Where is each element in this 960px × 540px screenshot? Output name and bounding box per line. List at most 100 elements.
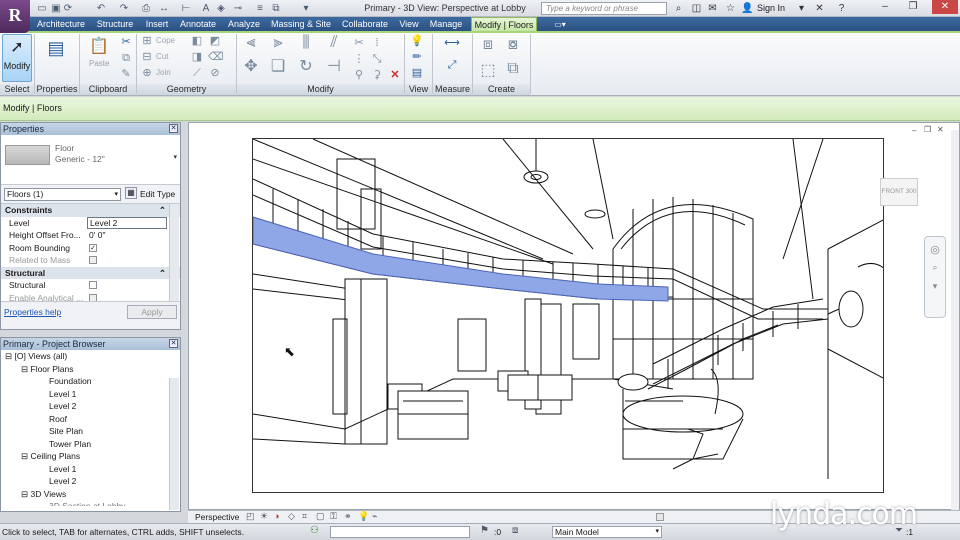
- design-options-icon[interactable]: ⧈: [512, 525, 518, 536]
- tab-modify-floors[interactable]: Modify | Floors: [471, 17, 537, 32]
- editing-requests-icon[interactable]: ⚑: [480, 525, 489, 536]
- chevron-down-icon[interactable]: ▾: [795, 2, 808, 15]
- offset-icon[interactable]: ⫸: [268, 35, 288, 56]
- chevron-down-icon[interactable]: ▾: [173, 153, 177, 161]
- tree-node-3d-views[interactable]: ⊟ 3D Views: [1, 488, 180, 501]
- minimize-button[interactable]: –: [874, 0, 896, 14]
- remove-paint-icon[interactable]: ◩: [208, 34, 222, 48]
- workset-dropdown[interactable]: [330, 526, 470, 538]
- design-option-dropdown[interactable]: Main Model ▾: [552, 526, 662, 538]
- visual-style-icon[interactable]: ◰: [246, 511, 255, 522]
- sign-in-link[interactable]: Sign In: [757, 0, 785, 17]
- 3d-perspective-view[interactable]: [252, 138, 884, 493]
- copy-icon[interactable]: ⧉: [119, 51, 133, 65]
- zoom-icon[interactable]: ⌕: [925, 262, 945, 273]
- section-constraints[interactable]: Constraints ⌃: [1, 204, 180, 217]
- tree-leaf[interactable]: Tower Plan: [1, 438, 180, 451]
- structural-checkbox[interactable]: [89, 281, 97, 289]
- pin-icon[interactable]: ⚲: [352, 68, 366, 82]
- properties-help-link[interactable]: Properties help: [4, 307, 61, 317]
- collapse-box-icon[interactable]: ⊟: [21, 489, 28, 499]
- property-row[interactable]: Structural: [1, 279, 180, 292]
- trim-icon[interactable]: ⊣: [324, 59, 344, 80]
- undo-icon[interactable]: ↶: [95, 2, 107, 15]
- create-group-icon[interactable]: ⬚: [478, 60, 498, 80]
- tree-node-floor-plans[interactable]: ⊟ Floor Plans: [1, 363, 180, 376]
- split-gap-icon[interactable]: ⁞: [370, 36, 384, 50]
- scale-icon[interactable]: ⤡: [370, 52, 384, 66]
- tab-architecture[interactable]: Architecture: [33, 17, 89, 32]
- favorites-icon[interactable]: ☆: [724, 2, 737, 15]
- tree-node-ceiling-plans[interactable]: ⊟ Ceiling Plans: [1, 450, 180, 463]
- tab-insert[interactable]: Insert: [141, 17, 173, 32]
- view-close-icon[interactable]: ✕: [937, 125, 944, 134]
- tab-collaborate[interactable]: Collaborate: [337, 17, 393, 32]
- split-face-icon[interactable]: ◧: [190, 34, 204, 48]
- tree-leaf[interactable]: Site Plan: [1, 425, 180, 438]
- reveal-hidden-icon[interactable]: 💡: [358, 511, 369, 522]
- level-field[interactable]: Level 2: [87, 216, 167, 229]
- close-button[interactable]: ✕: [932, 0, 958, 14]
- tree-leaf[interactable]: Foundation: [1, 375, 180, 388]
- tree-node-views[interactable]: ⊟ [O] Views (all): [1, 350, 180, 363]
- mirror-draw-icon[interactable]: ⫽: [324, 35, 344, 56]
- redo-icon[interactable]: ↷: [118, 2, 130, 15]
- steering-wheel-icon[interactable]: ◎: [925, 243, 945, 256]
- section-icon[interactable]: ⊸: [232, 2, 244, 15]
- properties-scrollbar[interactable]: [169, 204, 179, 302]
- sync-icon[interactable]: ⟳: [62, 2, 74, 15]
- copy-element-icon[interactable]: ❏: [268, 59, 288, 80]
- cut-geometry-icon[interactable]: ⊟: [140, 50, 154, 64]
- ribbon-minimize-icon[interactable]: ▭▾: [550, 17, 570, 32]
- thin-lines-icon[interactable]: ≡: [254, 2, 266, 15]
- tab-massing-site[interactable]: Massing & Site: [268, 17, 334, 32]
- align-icon[interactable]: ⫷: [241, 35, 261, 56]
- height-offset-field[interactable]: 0' 0": [89, 229, 105, 242]
- customize-qat-icon[interactable]: ▾: [300, 2, 312, 15]
- tab-analyze[interactable]: Analyze: [223, 17, 265, 32]
- array-icon[interactable]: ⋮: [352, 52, 366, 66]
- close-hidden-icon[interactable]: ⧉: [270, 2, 282, 15]
- rotate-icon[interactable]: ↻: [296, 59, 316, 80]
- instance-filter-dropdown[interactable]: Floors (1) ▾: [4, 188, 121, 201]
- view-mode-label[interactable]: Perspective: [195, 512, 239, 522]
- analytical-model-icon[interactable]: ⌁: [372, 511, 377, 522]
- subscription-icon[interactable]: ◫: [690, 2, 703, 15]
- exchange-icon[interactable]: ✕: [813, 2, 826, 15]
- shadows-icon[interactable]: ◑: [274, 511, 279, 521]
- room-bounding-checkbox[interactable]: ✓: [89, 243, 97, 252]
- override-graphics-icon[interactable]: ✏: [410, 50, 424, 64]
- mirror-axis-icon[interactable]: ⫼: [296, 35, 316, 56]
- print-icon[interactable]: ⎙: [140, 2, 152, 15]
- view-restore-icon[interactable]: ❐: [924, 125, 931, 134]
- cope-label[interactable]: Cope: [156, 35, 175, 47]
- search-input[interactable]: Type a keyword or phrase: [541, 2, 667, 15]
- align-dimension-icon[interactable]: ⊢: [180, 2, 192, 15]
- split-icon[interactable]: ✂: [352, 36, 366, 50]
- property-row[interactable]: Room Bounding ✓: [1, 242, 180, 255]
- unjoin-icon[interactable]: ⊘: [208, 66, 222, 80]
- linework-icon[interactable]: ▤: [410, 66, 424, 80]
- render-icon[interactable]: ◇: [288, 511, 295, 522]
- tree-leaf[interactable]: Level 2: [1, 400, 180, 413]
- temporary-hide-icon[interactable]: ⚭: [344, 511, 352, 522]
- move-icon[interactable]: ✥: [241, 59, 261, 80]
- join-icon[interactable]: ⊕: [140, 66, 154, 80]
- tree-leaf[interactable]: 3D Section at Lobby: [1, 500, 180, 506]
- restore-button[interactable]: ❐: [902, 0, 924, 14]
- cope-icon[interactable]: ⊞: [140, 34, 154, 48]
- binoculars-icon[interactable]: ⌕: [672, 2, 685, 15]
- modify-button[interactable]: ➚ Modify: [2, 34, 32, 82]
- view-minimize-icon[interactable]: –: [912, 126, 916, 135]
- default-3d-icon[interactable]: ◈: [215, 2, 227, 15]
- create-similar-icon[interactable]: ⧉: [503, 60, 523, 80]
- collapse-box-icon[interactable]: ⊟: [5, 351, 12, 361]
- create-parts-icon[interactable]: ⧇: [503, 36, 523, 56]
- help-icon[interactable]: ?: [835, 2, 848, 15]
- tab-structure[interactable]: Structure: [92, 17, 138, 32]
- delete-icon[interactable]: ✕: [388, 68, 402, 82]
- paint-icon[interactable]: ◨: [190, 50, 204, 64]
- application-menu-button[interactable]: R: [0, 0, 30, 33]
- tree-leaf[interactable]: Level 1: [1, 463, 180, 476]
- property-row[interactable]: Height Offset Fro... 0' 0": [1, 229, 180, 242]
